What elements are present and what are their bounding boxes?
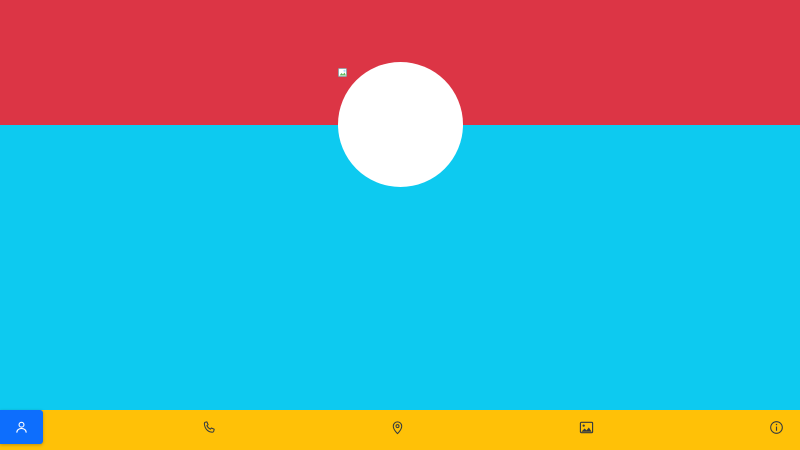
nav-phone-button[interactable] [189,410,229,444]
page [0,0,800,450]
image-icon [579,421,593,433]
nav-gallery-button[interactable] [566,410,606,444]
info-icon [769,420,783,434]
avatar [338,62,463,187]
nav-location-button[interactable] [377,410,417,444]
nav-info-button[interactable] [756,410,796,444]
phone-icon [203,420,215,433]
location-pin-icon [392,420,402,434]
broken-image-icon [338,65,348,77]
nav-contact-button[interactable] [0,410,43,444]
bottom-nav [0,410,800,450]
person-icon [16,421,27,433]
